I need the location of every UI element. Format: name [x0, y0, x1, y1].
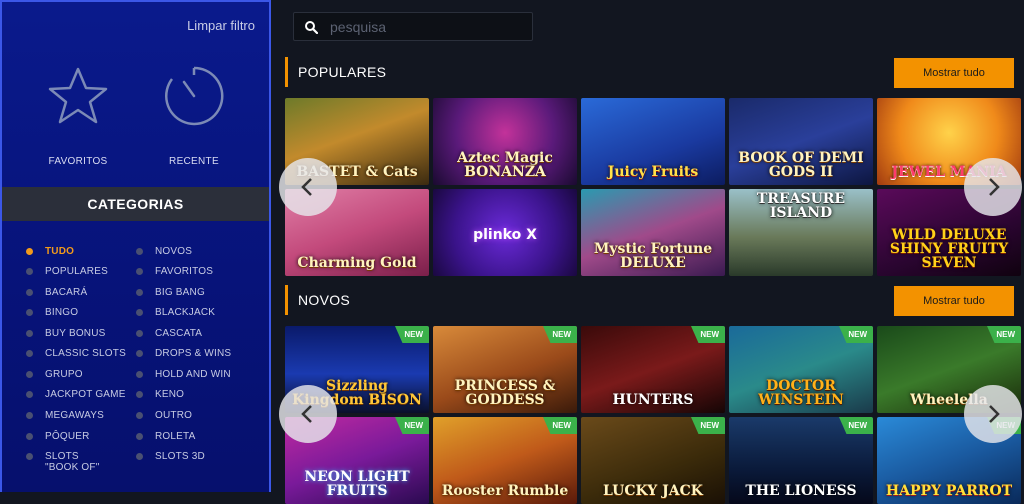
categories-header: CATEGORIAS — [2, 187, 269, 221]
carousel-next-button[interactable] — [964, 385, 1022, 443]
games-main: POPULARES Mostrar tudo BASTET & Cats Azt… — [271, 0, 1024, 504]
novos-grid: NEW Sizzling Kingdom BISON NEW PRINCESS & … — [285, 326, 1024, 504]
game-tile[interactable]: Mystic Fortune DELUXE — [581, 189, 725, 276]
game-tile[interactable]: BOOK OF DEMI GODS II — [729, 98, 873, 185]
radio-dot-icon — [136, 268, 143, 275]
radio-dot-icon — [136, 309, 143, 316]
recent-label: RECENTE — [169, 156, 219, 167]
filter-sidebar: Limpar filtro FAVORITOS RECENTE CATEGORI… — [0, 0, 271, 492]
radio-dot-icon — [136, 330, 143, 337]
clock-icon — [162, 64, 226, 128]
show-all-novos-button[interactable]: Mostrar tudo — [894, 286, 1014, 316]
game-tile[interactable]: NEW LUCKY JACK — [581, 417, 725, 504]
category-item[interactable]: GRUPO — [26, 369, 83, 380]
star-icon — [46, 64, 110, 128]
section-title-novos: NOVOS — [285, 285, 350, 315]
game-tile[interactable]: NEW Rooster Rumble — [433, 417, 577, 504]
radio-dot-icon — [26, 391, 33, 398]
radio-dot-icon — [26, 330, 33, 337]
category-item[interactable]: OUTRO — [136, 410, 192, 421]
category-item[interactable]: FAVORITOS — [136, 266, 213, 277]
radio-dot-icon — [136, 371, 143, 378]
category-item[interactable]: TUDO — [26, 246, 74, 257]
category-item[interactable]: HOLD AND WIN — [136, 369, 231, 380]
radio-dot-icon — [26, 309, 33, 316]
category-item[interactable]: CASCATA — [136, 328, 202, 339]
radio-dot-icon — [136, 289, 143, 296]
new-badge: NEW — [691, 417, 725, 434]
radio-dot-icon — [26, 371, 33, 378]
radio-dot-icon — [26, 453, 33, 460]
new-badge: NEW — [839, 326, 873, 343]
category-item[interactable]: DROPS & WINS — [136, 348, 231, 359]
game-tile[interactable]: NEW HUNTERS — [581, 326, 725, 413]
game-tile[interactable]: Juicy Fruits — [581, 98, 725, 185]
radio-dot-icon — [136, 391, 143, 398]
radio-dot-icon — [136, 453, 143, 460]
new-badge: NEW — [543, 417, 577, 434]
radio-dot-icon — [136, 350, 143, 357]
category-item[interactable]: BLACKJACK — [136, 307, 215, 318]
category-item[interactable]: BUY BONUS — [26, 328, 106, 339]
favorites-label: FAVORITOS — [48, 156, 108, 167]
recent-button[interactable]: RECENTE — [144, 64, 244, 167]
game-tile[interactable]: NEW PRINCESS & GODDESS — [433, 326, 577, 413]
show-all-populares-button[interactable]: Mostrar tudo — [894, 58, 1014, 88]
category-item[interactable]: SLOTS 3D — [136, 451, 205, 462]
category-item[interactable]: ROLETA — [136, 431, 195, 442]
radio-dot-icon — [136, 412, 143, 419]
category-item[interactable]: BINGO — [26, 307, 78, 318]
chevron-left-icon — [301, 178, 312, 196]
search-icon — [305, 20, 318, 34]
radio-dot-icon — [26, 289, 33, 296]
chevron-left-icon — [301, 405, 312, 423]
category-item[interactable]: BIG BANG — [136, 287, 205, 298]
category-item[interactable]: NOVOS — [136, 246, 192, 257]
new-badge: NEW — [987, 326, 1021, 343]
radio-dot-icon — [26, 248, 33, 255]
new-badge: NEW — [543, 326, 577, 343]
game-tile[interactable]: plinko X — [433, 189, 577, 276]
radio-dot-icon — [26, 350, 33, 357]
radio-dot-icon — [136, 248, 143, 255]
carousel-next-button[interactable] — [964, 158, 1022, 216]
radio-dot-icon — [26, 433, 33, 440]
radio-dot-icon — [26, 412, 33, 419]
radio-dot-icon — [136, 433, 143, 440]
new-badge: NEW — [839, 417, 873, 434]
carousel-prev-button[interactable] — [279, 385, 337, 443]
game-tile[interactable]: NEW DOCTOR WINSTEIN — [729, 326, 873, 413]
section-title-populares: POPULARES — [285, 57, 386, 87]
new-badge: NEW — [395, 326, 429, 343]
new-badge: NEW — [691, 326, 725, 343]
category-item[interactable]: POPULARES — [26, 266, 108, 277]
category-item[interactable]: JACKPOT GAME — [26, 389, 126, 400]
radio-dot-icon — [26, 268, 33, 275]
search-input[interactable] — [330, 18, 520, 35]
favorites-button[interactable]: FAVORITOS — [28, 64, 128, 167]
clear-filter-link[interactable]: Limpar filtro — [187, 18, 255, 33]
category-item[interactable]: CLASSIC SLOTS — [26, 348, 126, 359]
game-tile[interactable]: TREASURE ISLAND — [729, 189, 873, 276]
populares-grid: BASTET & Cats Aztec Magic BONANZA Juicy … — [285, 98, 1024, 276]
chevron-right-icon — [989, 178, 1000, 196]
search-box[interactable] — [293, 12, 533, 41]
chevron-right-icon — [989, 405, 1000, 423]
category-item[interactable]: SLOTS "BOOK OF" — [26, 451, 106, 473]
category-item[interactable]: KENO — [136, 389, 184, 400]
new-badge: NEW — [395, 417, 429, 434]
category-item[interactable]: BACARÁ — [26, 287, 87, 298]
category-item[interactable]: PÔQUER — [26, 431, 90, 442]
category-item[interactable]: MEGAWAYS — [26, 410, 104, 421]
game-tile[interactable]: NEW THE LIONESS — [729, 417, 873, 504]
game-tile[interactable]: Aztec Magic BONANZA — [433, 98, 577, 185]
carousel-prev-button[interactable] — [279, 158, 337, 216]
